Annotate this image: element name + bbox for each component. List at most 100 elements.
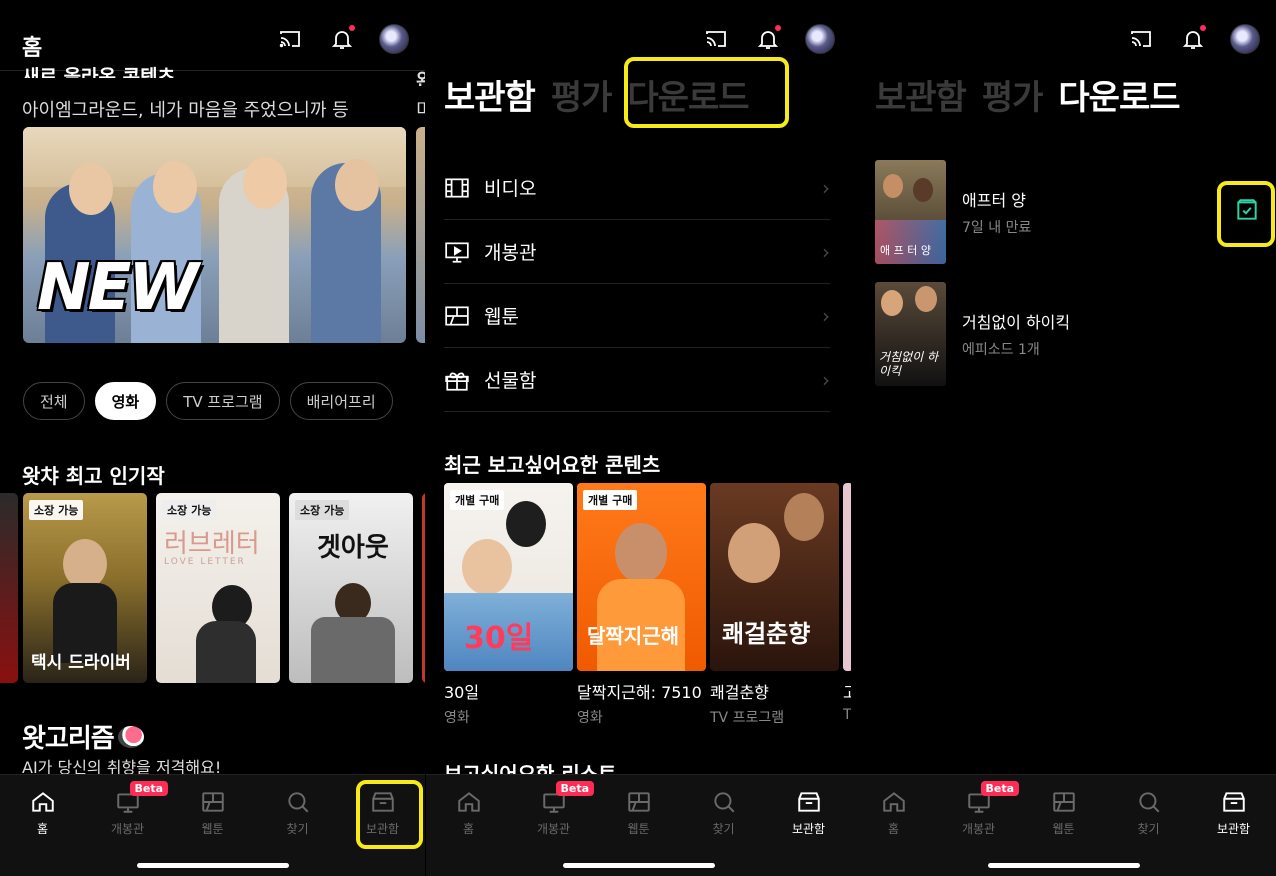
wish-name: 고 bbox=[843, 683, 851, 702]
menu-label: 웹툰 bbox=[484, 306, 519, 328]
page-title: 홈 bbox=[22, 36, 43, 61]
chevron-right-icon: › bbox=[822, 303, 830, 328]
section-subtitle: 아이엠그라운드, 네가 마음을 주었으니까 등 bbox=[22, 100, 349, 121]
nav-label: 개봉관 bbox=[961, 822, 996, 836]
nav-search[interactable]: 찾기 bbox=[255, 789, 340, 837]
recent-wish-title: 최근 보고싶어요한 콘텐츠 bbox=[444, 453, 661, 477]
search-icon bbox=[287, 792, 308, 813]
nav-webtoon[interactable]: 웹툰 bbox=[170, 789, 255, 837]
thumbnail-text: 거침없이 하이킥 bbox=[879, 350, 939, 378]
next-banner-peek[interactable] bbox=[416, 127, 425, 343]
webtoon-icon bbox=[1052, 792, 1075, 812]
home-icon bbox=[31, 792, 54, 812]
nav-label: 보관함 bbox=[1216, 822, 1251, 836]
nav-home[interactable]: 홈 bbox=[426, 789, 511, 837]
wish-type: 영화 bbox=[444, 710, 470, 726]
cast-icon[interactable] bbox=[275, 24, 305, 54]
nav-webtoon[interactable]: 웹툰 bbox=[1021, 789, 1106, 837]
tab-downloads[interactable]: 다운로드 bbox=[627, 70, 749, 119]
tab-library[interactable]: 보관함 bbox=[875, 70, 967, 119]
webtoon-icon bbox=[201, 792, 224, 812]
new-content-banner[interactable]: NEW bbox=[23, 127, 406, 343]
nav-home[interactable]: 홈 bbox=[851, 789, 936, 837]
library-tabs: 보관함 평가 다운로드 bbox=[875, 70, 1181, 119]
nav-label: 홈 bbox=[36, 822, 49, 836]
home-screen: 홈 새로 올라온 콘텐츠 아이엠그라운드, 네가 마음을 주었으니까 등 완 미… bbox=[0, 0, 425, 876]
home-icon bbox=[457, 792, 480, 812]
avatar[interactable] bbox=[379, 24, 409, 54]
wish-card[interactable]: 고 T bbox=[843, 483, 851, 723]
top-icons bbox=[1126, 24, 1260, 54]
menu-item-theater[interactable]: 개봉관 › bbox=[444, 220, 830, 284]
nav-archive[interactable]: 보관함 bbox=[766, 789, 851, 837]
downloads-screen: 보관함 평가 다운로드 애 프 터 양 애프터 양 7일 내 만료 거침없이 하… bbox=[851, 0, 1276, 876]
downloaded-check-icon[interactable] bbox=[1234, 197, 1260, 223]
menu-label: 개봉관 bbox=[484, 242, 537, 264]
nav-archive[interactable]: 보관함 bbox=[340, 789, 425, 837]
nav-label: 찾기 bbox=[1137, 822, 1160, 836]
home-icon bbox=[882, 792, 905, 812]
nav-home[interactable]: 홈 bbox=[0, 789, 85, 837]
wish-type: 영화 bbox=[577, 710, 603, 726]
notification-dot bbox=[349, 25, 355, 31]
recommendation-title: 왓고리즘 bbox=[22, 718, 144, 755]
wish-poster-text: 30일 bbox=[464, 621, 534, 656]
poster-card[interactable]: 소장 가능 러브레터 LOVE LETTER bbox=[156, 493, 280, 683]
beta-badge: Beta bbox=[555, 781, 595, 796]
popular-section-title: 왓챠 최고 인기작 bbox=[22, 464, 165, 488]
tab-library[interactable]: 보관함 bbox=[444, 70, 536, 119]
download-list: 애 프 터 양 애프터 양 7일 내 만료 거침없이 하이킥 거침없이 하이킥 … bbox=[875, 160, 1255, 404]
menu-label: 비디오 bbox=[484, 178, 537, 200]
menu-item-video[interactable]: 비디오 › bbox=[444, 156, 830, 220]
notification-dot bbox=[1200, 25, 1206, 31]
poster-card[interactable] bbox=[422, 493, 425, 683]
archive-icon bbox=[797, 792, 820, 812]
tab-downloads[interactable]: 다운로드 bbox=[1058, 70, 1180, 119]
nav-theater[interactable]: Beta 개봉관 bbox=[936, 781, 1021, 837]
next-section-subtitle-peek: 미 bbox=[416, 100, 425, 121]
nav-search[interactable]: 찾기 bbox=[681, 789, 766, 837]
download-item[interactable]: 거침없이 하이킥 거침없이 하이킥 에피소드 1개 bbox=[875, 282, 1255, 386]
tab-ratings[interactable]: 평가 bbox=[551, 70, 613, 119]
poster-card[interactable] bbox=[0, 493, 18, 683]
poster-card[interactable]: 소장 가능 택시 드라이버 bbox=[23, 493, 147, 683]
bell-icon[interactable] bbox=[753, 24, 783, 54]
nav-search[interactable]: 찾기 bbox=[1106, 789, 1191, 837]
nav-theater[interactable]: Beta 개봉관 bbox=[511, 781, 596, 837]
category-chips: 전체 영화 TV 프로그램 배리어프리 bbox=[23, 382, 393, 420]
nav-webtoon[interactable]: 웹툰 bbox=[596, 789, 681, 837]
chip-movie[interactable]: 영화 bbox=[94, 382, 157, 420]
wish-card[interactable]: 개별 구매 30일 30일 영화 bbox=[444, 483, 573, 727]
banner-new-label: NEW bbox=[37, 251, 199, 325]
bell-icon[interactable] bbox=[327, 24, 357, 54]
nav-theater[interactable]: Beta 개봉관 bbox=[85, 781, 170, 837]
wish-card[interactable]: 개별 구매 달짝지근해 달짝지근해: 7510 영화 bbox=[577, 483, 706, 727]
gift-icon bbox=[445, 372, 469, 391]
poster-card[interactable]: 소장 가능 겟아웃 bbox=[289, 493, 413, 683]
sushi-icon bbox=[117, 725, 144, 748]
menu-item-gift[interactable]: 선물함 › bbox=[444, 348, 830, 412]
beta-badge: Beta bbox=[129, 781, 169, 796]
menu-item-webtoon[interactable]: 웹툰 › bbox=[444, 284, 830, 348]
avatar[interactable] bbox=[805, 24, 835, 54]
nav-archive[interactable]: 보관함 bbox=[1191, 789, 1276, 837]
cast-icon[interactable] bbox=[1126, 24, 1156, 54]
chevron-right-icon: › bbox=[822, 367, 830, 392]
wish-card[interactable]: 쾌걸춘향 쾌걸춘향 TV 프로그램 bbox=[710, 483, 839, 727]
nav-label: 찾기 bbox=[286, 822, 309, 836]
download-item[interactable]: 애 프 터 양 애프터 양 7일 내 만료 bbox=[875, 160, 1255, 264]
chip-all[interactable]: 전체 bbox=[23, 382, 85, 420]
bell-icon[interactable] bbox=[1178, 24, 1208, 54]
bottom-nav: 홈 Beta 개봉관 웹툰 찾기 보관함 bbox=[0, 774, 425, 876]
webtoon-icon bbox=[445, 305, 469, 326]
library-screen: 보관함 평가 다운로드 비디오 › 개봉관 › 웹툰 › 선물함 › 최근 보고… bbox=[426, 0, 851, 876]
tab-ratings[interactable]: 평가 bbox=[982, 70, 1044, 119]
chip-barrier-free[interactable]: 배리어프리 bbox=[289, 382, 393, 420]
thumbnail-text: 애 프 터 양 bbox=[880, 244, 931, 257]
avatar[interactable] bbox=[1230, 24, 1260, 54]
cast-icon[interactable] bbox=[701, 24, 731, 54]
download-thumbnail: 애 프 터 양 bbox=[875, 160, 946, 264]
archive-icon bbox=[371, 792, 394, 812]
wish-list-title: 보고싶어요한 리스트 bbox=[444, 762, 617, 774]
chip-tv[interactable]: TV 프로그램 bbox=[166, 382, 280, 420]
